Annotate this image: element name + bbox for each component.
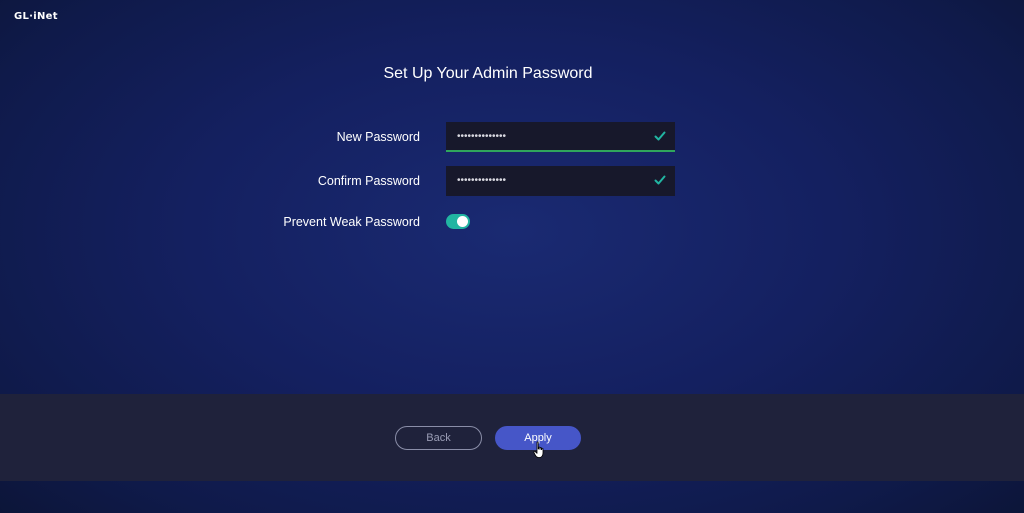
confirm-password-input[interactable]: •••••••••••••• — [446, 166, 675, 196]
check-icon — [654, 175, 666, 185]
back-button[interactable]: Back — [395, 426, 482, 450]
footer-bar: Back Apply — [0, 394, 1024, 481]
page-title: Set Up Your Admin Password — [383, 65, 593, 82]
prevent-weak-password-row: Prevent Weak Password — [0, 207, 1024, 237]
new-password-label: New Password — [336, 130, 420, 144]
hand-pointer-icon — [533, 441, 544, 458]
toggle-knob — [457, 216, 468, 227]
confirm-password-row: Confirm Password •••••••••••••• — [0, 166, 1024, 196]
prevent-weak-password-label: Prevent Weak Password — [283, 215, 420, 229]
new-password-row: New Password •••••••••••••• — [0, 122, 1024, 152]
new-password-input[interactable]: •••••••••••••• — [446, 122, 675, 152]
confirm-password-value: •••••••••••••• — [457, 175, 507, 186]
prevent-weak-password-toggle[interactable] — [446, 214, 470, 229]
new-password-value: •••••••••••••• — [457, 131, 507, 142]
check-icon — [654, 131, 666, 141]
brand-logo: GL·iNet — [14, 11, 58, 22]
confirm-password-label: Confirm Password — [317, 174, 420, 188]
